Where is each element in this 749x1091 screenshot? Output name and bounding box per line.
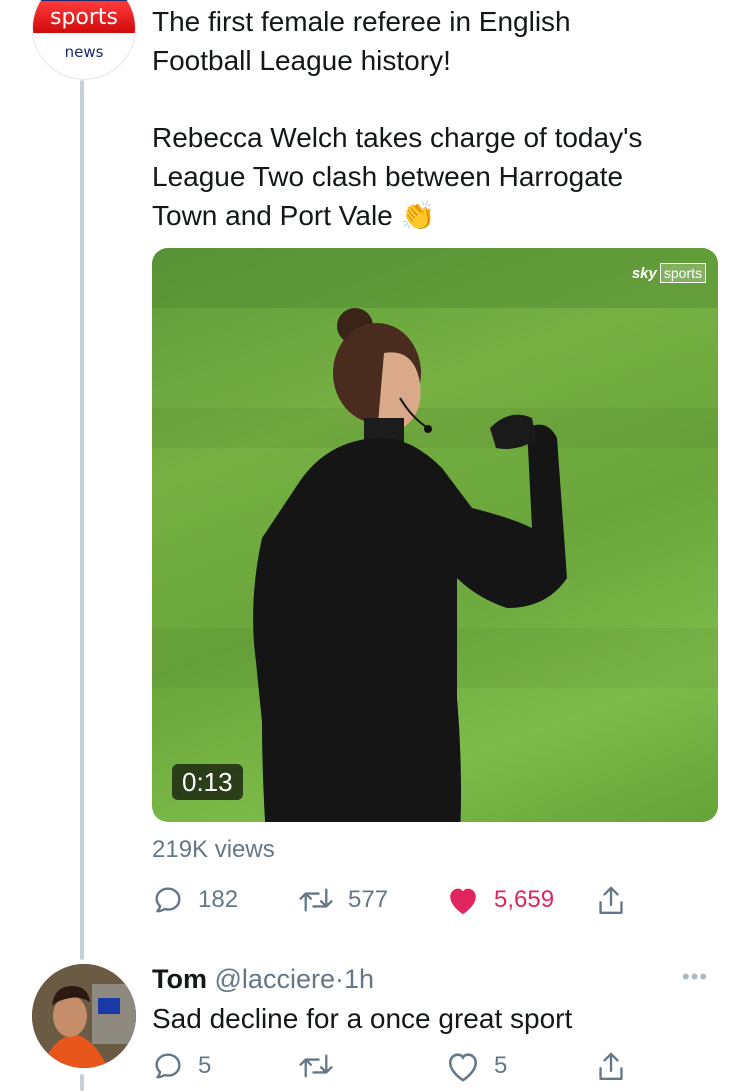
- reply-avatar-photo: [32, 964, 136, 1068]
- watermark-sports: sports: [659, 263, 706, 283]
- reply-action-bar: 5 5: [152, 1050, 732, 1090]
- reply-header: Tom @lacciere·1h: [152, 962, 374, 996]
- reply-icon: [155, 1053, 181, 1079]
- tweet-text-line: League Two clash between Harrogate: [152, 161, 624, 192]
- tweet-text-line: The first female referee in English: [152, 6, 571, 37]
- tweet-text-line: Town and Port Vale 👏: [152, 200, 436, 231]
- reply-text: Sad decline for a once great sport: [152, 1003, 573, 1034]
- more-options-icon[interactable]: •••: [682, 964, 708, 990]
- reply-author-name[interactable]: Tom: [152, 964, 207, 994]
- reply-count: 182: [198, 886, 239, 913]
- sky-sports-watermark: sky sports: [632, 263, 706, 283]
- reply-retweet-button[interactable]: [298, 1050, 334, 1082]
- tweet-text: The first female referee in English Foot…: [152, 2, 722, 235]
- reply-timestamp[interactable]: 1h: [344, 964, 374, 994]
- reply-like-button[interactable]: 5: [446, 1050, 507, 1082]
- retweet-count: 577: [348, 886, 389, 913]
- reply-button[interactable]: 182: [152, 884, 238, 916]
- watermark-sky: sky: [631, 264, 657, 282]
- retweet-button[interactable]: 577: [298, 884, 388, 916]
- like-count: 5,659: [494, 886, 555, 913]
- view-count: 219K views: [152, 836, 275, 863]
- tweet-text-line: Rebecca Welch takes charge of today's: [152, 122, 643, 153]
- share-icon: [599, 1052, 623, 1080]
- reply-icon: [155, 887, 181, 913]
- retweet-icon: [299, 888, 333, 912]
- avatar-word-sports: sports: [49, 5, 119, 30]
- share-button[interactable]: [596, 884, 626, 918]
- video-duration-badge: 0:13: [172, 764, 243, 800]
- reply-avatar[interactable]: [32, 964, 136, 1068]
- share-icon: [599, 886, 623, 914]
- reply-reply-count: 5: [198, 1052, 212, 1079]
- reply-like-count: 5: [494, 1052, 508, 1079]
- tweet-action-bar: 182 577 5,659: [152, 884, 732, 924]
- reply-separator: ·: [334, 964, 344, 994]
- video-player[interactable]: sky sports 0:13: [152, 248, 718, 822]
- reply-author-handle[interactable]: @lacciere: [215, 964, 335, 994]
- sky-sports-news-avatar[interactable]: sports news: [32, 0, 136, 80]
- like-button[interactable]: 5,659: [446, 884, 554, 916]
- thread-line: [80, 80, 84, 960]
- heart-filled-icon: [450, 888, 476, 915]
- avatar-word-news: news: [64, 43, 104, 61]
- thread-line-continued: [80, 1074, 84, 1091]
- tweet-text-line: Football League history!: [152, 45, 451, 76]
- reply-reply-button[interactable]: 5: [152, 1050, 211, 1082]
- video-frame: [152, 248, 718, 822]
- retweet-icon: [299, 1054, 333, 1078]
- heart-outline-icon: [448, 1053, 478, 1082]
- reply-share-button[interactable]: [596, 1050, 626, 1084]
